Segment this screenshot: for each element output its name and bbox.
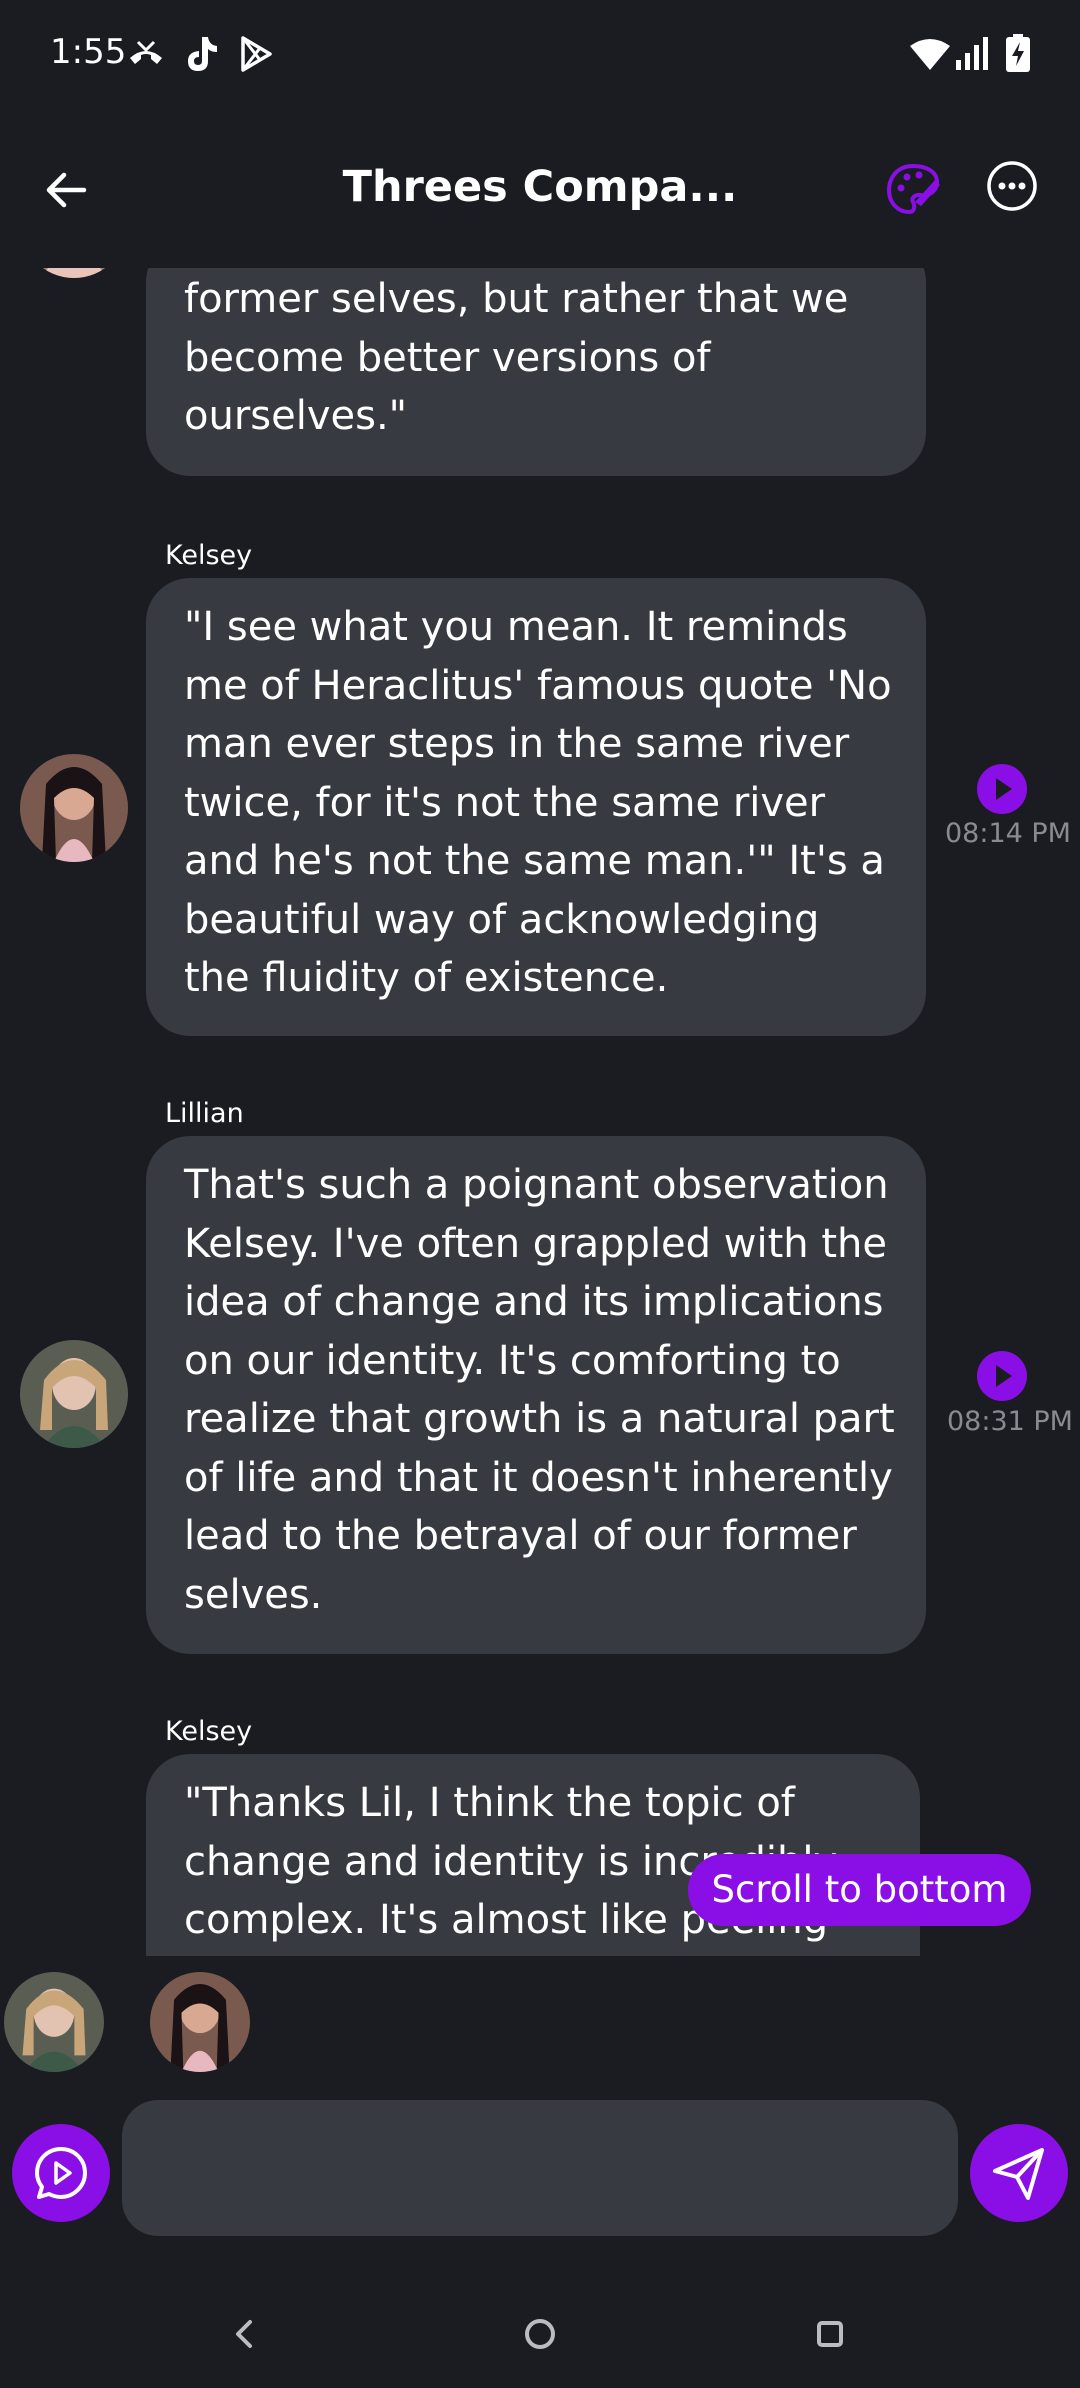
- message-list[interactable]: former selves, but rather that we become…: [0, 268, 1080, 1956]
- status-bar: 1:55: [0, 0, 1080, 110]
- message-text: former selves, but rather that we become…: [184, 276, 849, 439]
- sender-name: Lillian: [165, 1098, 244, 1129]
- theme-button[interactable]: [885, 160, 943, 218]
- sender-name: Kelsey: [165, 540, 253, 571]
- nav-back-button[interactable]: [214, 2304, 274, 2364]
- play-store-icon: [238, 34, 274, 78]
- voice-chat-icon: [35, 2147, 87, 2199]
- sender-name: Kelsey: [165, 1716, 253, 1747]
- avatar-kelsey[interactable]: [20, 754, 128, 862]
- send-icon: [993, 2148, 1044, 2200]
- nav-recents-icon: [817, 2321, 843, 2347]
- tiktok-icon: [182, 34, 220, 78]
- message-time: 08:31 PM: [947, 1406, 1073, 1437]
- message-bubble: "I see what you mean. It reminds me of H…: [146, 578, 926, 1036]
- scroll-to-bottom-button[interactable]: Scroll to bottom: [688, 1854, 1031, 1926]
- avatar-lillian[interactable]: [20, 1340, 128, 1448]
- message-time: 08:14 PM: [945, 818, 1071, 849]
- chat-header: Threes Compa...: [0, 140, 1080, 250]
- message-text: "I see what you mean. It reminds me of H…: [184, 604, 892, 1001]
- play-audio-button[interactable]: [977, 1351, 1027, 1401]
- avatar: [20, 268, 128, 278]
- system-nav-bar: [0, 2280, 1080, 2388]
- more-options-button[interactable]: [986, 160, 1038, 212]
- palette-icon: [886, 163, 940, 215]
- message-input[interactable]: [122, 2100, 958, 2236]
- participant-avatar-kelsey[interactable]: [150, 1972, 250, 2072]
- message-bubble: That's such a poignant observation Kelse…: [146, 1136, 926, 1654]
- wifi-icon: [910, 38, 950, 74]
- nav-back-icon: [236, 2320, 252, 2348]
- missed-call-icon: [126, 34, 166, 78]
- nav-recents-button[interactable]: [800, 2304, 860, 2364]
- nav-home-button[interactable]: [510, 2304, 570, 2364]
- play-audio-button[interactable]: [977, 764, 1027, 814]
- chat-screen: 1:55 Threes Compa... former selves, but …: [0, 0, 1080, 2388]
- message-text: That's such a poignant observation Kelse…: [184, 1162, 895, 1618]
- participant-avatar-lillian[interactable]: [4, 1972, 104, 2072]
- message-bubble: former selves, but rather that we become…: [146, 268, 926, 476]
- send-button[interactable]: [970, 2124, 1068, 2222]
- list-edge: [0, 1956, 1080, 1968]
- status-time: 1:55: [50, 32, 127, 72]
- battery-charging-icon: [1006, 34, 1030, 76]
- nav-home-icon: [525, 2319, 555, 2349]
- signal-icon: [954, 36, 990, 74]
- voice-message-button[interactable]: [12, 2124, 110, 2222]
- more-icon: [987, 161, 1037, 211]
